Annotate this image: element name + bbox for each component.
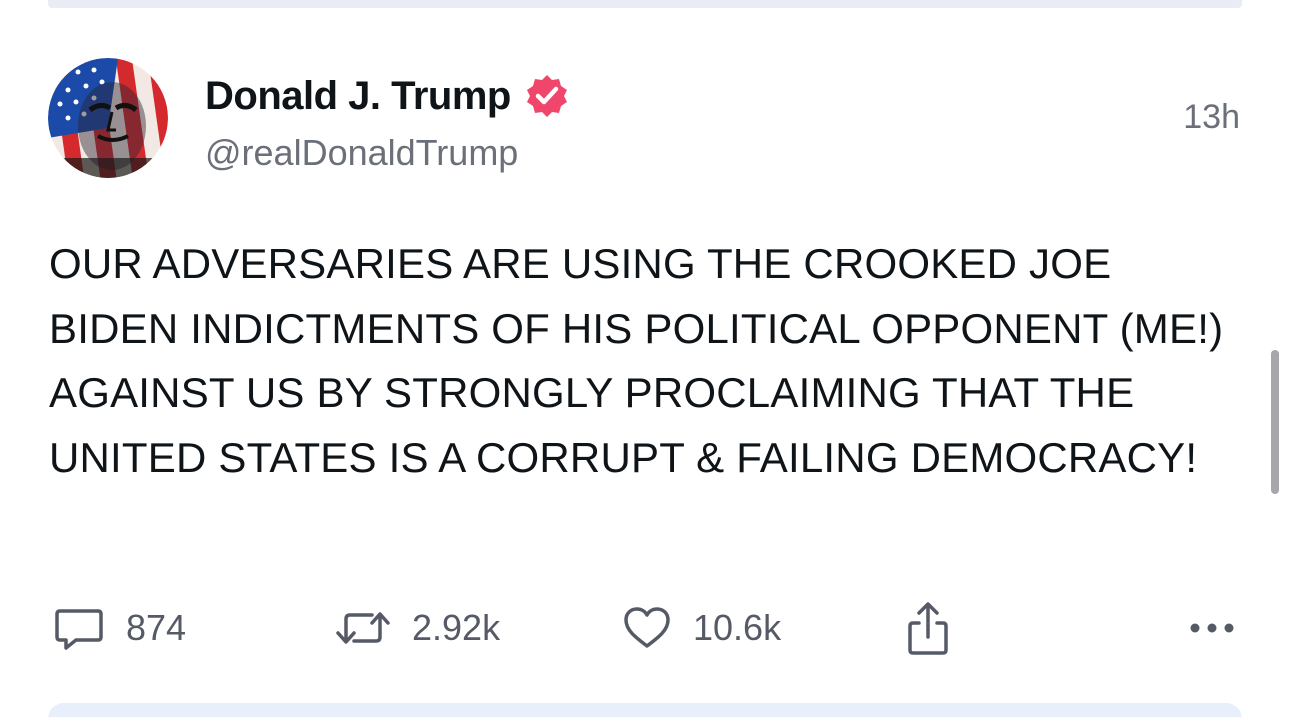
- post-action-bar: 874 2.92k 10.6k: [0, 596, 1290, 660]
- repost-arrows-icon: [336, 612, 390, 644]
- avatar[interactable]: [48, 58, 168, 178]
- reply-button[interactable]: 874: [52, 596, 186, 660]
- display-name[interactable]: Donald J. Trump: [205, 74, 511, 119]
- reply-count: 874: [126, 607, 187, 648]
- speech-bubble-icon: [55, 609, 103, 650]
- more-options-button[interactable]: [1188, 596, 1236, 660]
- like-button[interactable]: 10.6k: [621, 596, 781, 660]
- top-divider: [48, 0, 1242, 8]
- author-name-row[interactable]: Donald J. Trump: [205, 68, 571, 124]
- share-upload-icon: [908, 602, 948, 655]
- repost-button[interactable]: 2.92k: [334, 596, 500, 660]
- more-dots-icon: [1190, 623, 1234, 633]
- scrollbar-thumb[interactable]: [1271, 350, 1279, 494]
- author-handle[interactable]: @realDonaldTrump: [205, 132, 518, 174]
- next-card-edge: [48, 703, 1242, 717]
- heart-icon: [624, 607, 670, 648]
- repost-count: 2.92k: [412, 607, 501, 648]
- post-timestamp: 13h: [1183, 98, 1240, 136]
- verified-badge-icon: [526, 75, 567, 117]
- avatar-image: [48, 58, 168, 178]
- like-count: 10.6k: [693, 607, 782, 648]
- share-button[interactable]: [905, 596, 951, 660]
- post-card: Donald J. Trump @realDonaldTrump 13h OUR…: [0, 0, 1290, 717]
- post-text: OUR ADVERSARIES ARE USING THE CROOKED JO…: [49, 240, 1224, 481]
